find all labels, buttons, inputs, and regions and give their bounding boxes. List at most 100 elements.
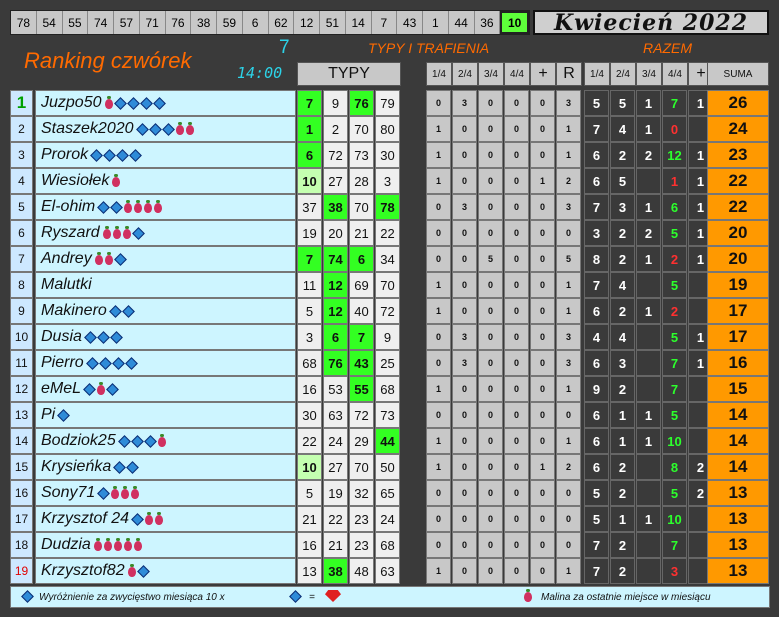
- razem-cell: 1: [662, 168, 687, 194]
- drawn-number: 7: [371, 11, 398, 34]
- razem-cell: 1: [636, 246, 661, 272]
- score-cell: 0: [452, 480, 477, 506]
- rank-cell: 13: [10, 402, 33, 428]
- razem-cell: 5: [662, 402, 687, 428]
- score-cell: 1: [426, 168, 451, 194]
- score-cell: 0: [426, 324, 451, 350]
- razem-cell: 5: [584, 90, 609, 116]
- table-row: 8 Malutki 11 12 69 70 1 0 0 0 0 1 7 4 5 19: [10, 272, 770, 298]
- score-cell: 0: [452, 272, 477, 298]
- score-cell: 0: [478, 324, 503, 350]
- table-row: 11 Pierro 68 76 43 25 0 3 0 0 0 3 6 3 7 1 16: [10, 350, 770, 376]
- typed-number: 30: [375, 142, 400, 168]
- score-cell: 0: [556, 532, 581, 558]
- rank-cell: 16: [10, 480, 33, 506]
- typed-number: 6: [297, 142, 322, 168]
- drawn-number: 62: [268, 11, 295, 34]
- rank-cell: 14: [10, 428, 33, 454]
- score-cell: 0: [426, 246, 451, 272]
- draw-time: 14:00: [237, 64, 283, 82]
- typed-number: 79: [375, 90, 400, 116]
- score-cell: 0: [426, 90, 451, 116]
- score-cell: 0: [530, 116, 555, 142]
- score-cell: 0: [478, 90, 503, 116]
- player-name-cell: Krysieńka: [35, 454, 296, 480]
- player-name: Dudzia: [41, 536, 91, 553]
- drawn-numbers-bar: 78 54 55 74 57 71 76 38 59 6 62 12 51 14 7 43 1 44 36 10: [10, 10, 530, 35]
- typed-number: 7: [297, 246, 322, 272]
- razem-cell: 1: [636, 194, 661, 220]
- score-cell: 1: [530, 454, 555, 480]
- typed-number: 55: [349, 376, 374, 402]
- legend-raspberry-text: Malina za ostatnie miejsce w miesiącu: [541, 592, 711, 603]
- score-cell: 0: [556, 220, 581, 246]
- month-title: Kwiecień 2022: [533, 10, 769, 36]
- score-cell: 0: [556, 506, 581, 532]
- typed-number: 50: [375, 454, 400, 480]
- typed-number: 11: [297, 272, 322, 298]
- typed-number: 3: [297, 324, 322, 350]
- razem-cell: 7: [662, 376, 687, 402]
- typed-number: 9: [375, 324, 400, 350]
- raspberry-icon: [112, 226, 121, 239]
- score-cell: 0: [452, 454, 477, 480]
- typed-number: 72: [349, 402, 374, 428]
- typed-number: 16: [297, 376, 322, 402]
- suma-cell: 13: [707, 506, 769, 532]
- score-cell: 0: [426, 480, 451, 506]
- score-cell: 0: [426, 220, 451, 246]
- typed-number: 6: [323, 324, 348, 350]
- raspberry-icon: [523, 589, 533, 604]
- diamond-icon: [103, 148, 116, 162]
- score-cell: 3: [452, 350, 477, 376]
- score-col-header: 2/4: [452, 62, 478, 86]
- drawn-number: 59: [217, 11, 243, 34]
- razem-cell: [636, 376, 661, 402]
- score-cell: 0: [478, 532, 503, 558]
- score-col-header: 1/4: [426, 62, 452, 86]
- typy-header: TYPY: [297, 62, 401, 86]
- table-row: 10 Dusia 3 6 7 9 0 3 0 0 0 3 4 4 5 1 17: [10, 324, 770, 350]
- score-cell: 0: [452, 298, 477, 324]
- razem-cell: 7: [584, 272, 609, 298]
- diamond-icon: [136, 564, 150, 578]
- score-col-header: 3/4: [478, 62, 504, 86]
- raspberry-icon: [133, 538, 142, 551]
- raspberry-icon: [145, 512, 154, 525]
- raspberry-icon: [121, 486, 130, 499]
- player-name-cell: eMeL: [35, 376, 296, 402]
- razem-cell: [636, 532, 661, 558]
- score-cell: 0: [530, 246, 555, 272]
- razem-cell: 6: [584, 142, 609, 168]
- score-cell: 0: [504, 324, 529, 350]
- score-cell: 0: [530, 428, 555, 454]
- table-row: 5 El-ohim 37 38 70 78 0 3 0 0 0 3 7 3 1 6 1 22: [10, 194, 770, 220]
- suma-cell: 17: [707, 298, 769, 324]
- page-title: Ranking czwórek: [24, 48, 192, 73]
- table-row: 9 Makinero 5 12 40 72 1 0 0 0 0 1 6 2 1 2 17: [10, 298, 770, 324]
- diamond-icon: [152, 96, 166, 110]
- score-cell: 0: [504, 90, 529, 116]
- score-cell: 0: [530, 402, 555, 428]
- typed-number: 16: [297, 532, 322, 558]
- score-cell: 0: [478, 142, 503, 168]
- diamond-icon: [110, 200, 124, 214]
- razem-cell: 6: [584, 428, 609, 454]
- razem-cell: 2: [610, 454, 635, 480]
- score-cell: 0: [426, 194, 451, 220]
- raspberry-icon: [175, 122, 184, 135]
- razem-cell: [636, 324, 661, 350]
- rank-cell: 1: [10, 90, 33, 116]
- raspberry-icon: [112, 174, 121, 187]
- razem-cell: 5: [584, 506, 609, 532]
- score-cell: 0: [504, 298, 529, 324]
- diamond-icon: [85, 356, 99, 370]
- razem-cell: 1: [636, 402, 661, 428]
- player-name-cell: Makinero: [35, 298, 296, 324]
- diamond-icon: [148, 122, 162, 136]
- table-row: 12 eMeL 16 53 55 68 1 0 0 0 0 1 9 2 7 15: [10, 376, 770, 402]
- razem-col-header: 3/4: [636, 62, 662, 86]
- razem-cell: 6: [584, 168, 609, 194]
- drawn-number: 54: [36, 11, 63, 34]
- diamond-icon: [126, 96, 140, 110]
